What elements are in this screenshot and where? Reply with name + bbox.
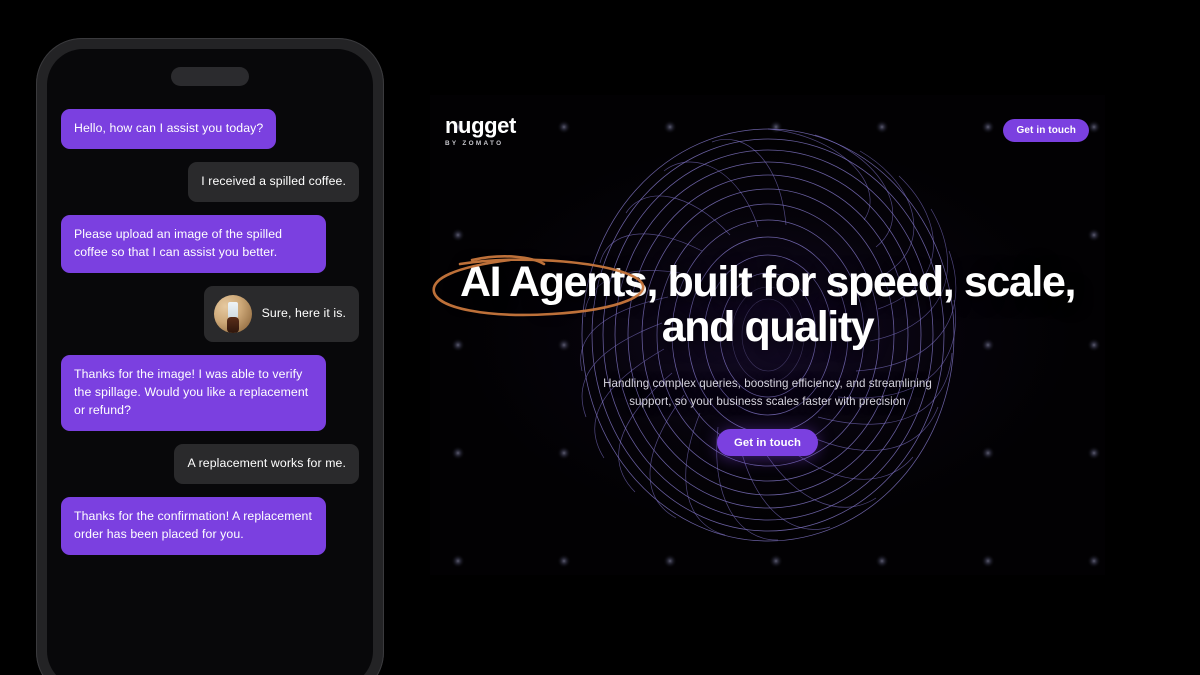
hero-subtitle: Handling complex queries, boosting effic… — [430, 375, 1105, 410]
chat-row-user: Sure, here it is. — [61, 285, 359, 342]
hero-subtitle-line-1: Handling complex queries, boosting effic… — [603, 377, 932, 390]
brand-logo[interactable]: nugget BY ZOMATO — [445, 113, 516, 148]
chat-bubble-user: I received a spilled coffee. — [188, 161, 359, 202]
headline-block: AI Agents, built for speed, scale, and q… — [430, 255, 1105, 351]
chat-row-bot: Hello, how can I assist you today? — [61, 109, 359, 149]
spilled-coffee-thumbnail-icon[interactable] — [213, 294, 252, 333]
hero-subtitle-line-2: support, so your business scales faster … — [629, 394, 906, 408]
phone-frame: Hello, how can I assist you today? I rec… — [36, 38, 384, 675]
chat-row-user: I received a spilled coffee. — [61, 161, 359, 202]
phone-panel: Hello, how can I assist you today? I rec… — [0, 0, 430, 675]
hero-panel: nugget BY ZOMATO Get in touch AI Agents,… — [430, 0, 1200, 675]
chat-bubble-text: Sure, here it is. — [261, 305, 346, 320]
chat-row-bot: Thanks for the confirmation! A replaceme… — [61, 496, 359, 555]
chat-bubble-bot: Please upload an image of the spilled co… — [61, 214, 326, 273]
chat-thread: Hello, how can I assist you today? I rec… — [47, 101, 373, 675]
screenshot-root: Hello, how can I assist you today? I rec… — [0, 0, 1200, 675]
chat-bubble-user: A replacement works for me. — [174, 443, 359, 484]
logo-subtitle: BY ZOMATO — [445, 140, 504, 147]
phone-screen: Hello, how can I assist you today? I rec… — [47, 49, 373, 675]
chat-row-bot: Thanks for the image! I was able to veri… — [61, 354, 359, 431]
chat-bubble-user-with-attachment: Sure, here it is. — [203, 285, 359, 342]
dynamic-island — [171, 67, 249, 86]
hero-canvas: nugget BY ZOMATO Get in touch AI Agents,… — [430, 95, 1105, 575]
headline-rest-text: , built for speed, scale, and quality — [646, 258, 1076, 351]
chat-row-user: A replacement works for me. — [61, 443, 359, 484]
logo-wordmark: nugget — [445, 113, 516, 138]
chat-bubble-bot: Thanks for the confirmation! A replaceme… — [61, 496, 326, 555]
chat-row-bot: Please upload an image of the spilled co… — [61, 214, 359, 273]
nav-get-in-touch-button[interactable]: Get in touch — [1003, 119, 1089, 142]
page-title: AI Agents, built for speed, scale, and q… — [430, 255, 1105, 351]
hero-content: nugget BY ZOMATO Get in touch AI Agents,… — [430, 95, 1105, 575]
chat-bubble-bot: Hello, how can I assist you today? — [61, 109, 277, 149]
headline-highlighted-text: AI Agents — [459, 258, 648, 306]
chat-bubble-bot: Thanks for the image! I was able to veri… — [61, 354, 326, 431]
hero-cta-wrap: Get in touch — [430, 429, 1105, 456]
hero-get-in-touch-button[interactable]: Get in touch — [716, 429, 819, 456]
